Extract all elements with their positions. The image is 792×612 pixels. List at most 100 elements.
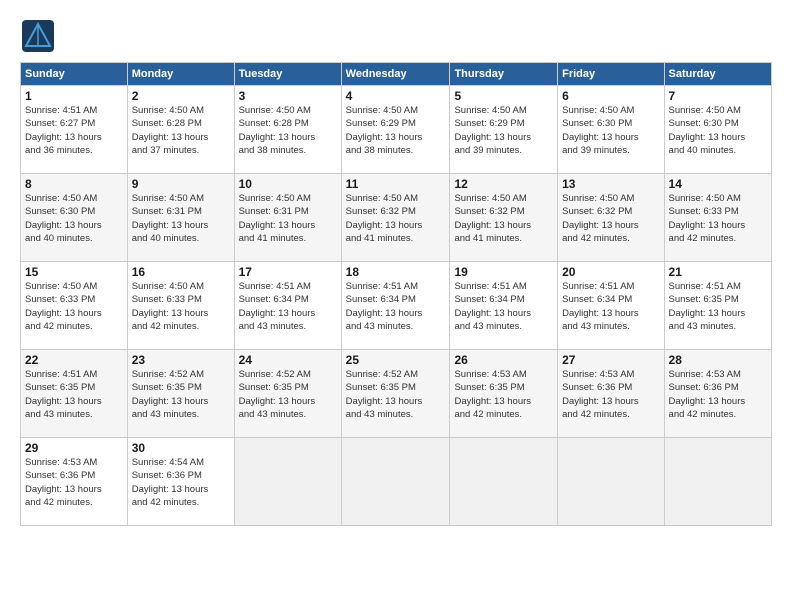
calendar-cell: 12Sunrise: 4:50 AM Sunset: 6:32 PM Dayli… [450, 174, 558, 262]
day-number: 5 [454, 89, 553, 103]
calendar-cell: 3Sunrise: 4:50 AM Sunset: 6:28 PM Daylig… [234, 86, 341, 174]
day-number: 7 [669, 89, 767, 103]
day-number: 25 [346, 353, 446, 367]
day-info: Sunrise: 4:50 AM Sunset: 6:32 PM Dayligh… [562, 192, 659, 245]
calendar-cell: 20Sunrise: 4:51 AM Sunset: 6:34 PM Dayli… [558, 262, 664, 350]
day-info: Sunrise: 4:52 AM Sunset: 6:35 PM Dayligh… [239, 368, 337, 421]
calendar-cell [234, 438, 341, 526]
col-sunday: Sunday [21, 63, 128, 86]
calendar-cell [558, 438, 664, 526]
calendar-cell: 14Sunrise: 4:50 AM Sunset: 6:33 PM Dayli… [664, 174, 771, 262]
day-number: 29 [25, 441, 123, 455]
day-info: Sunrise: 4:50 AM Sunset: 6:30 PM Dayligh… [25, 192, 123, 245]
day-info: Sunrise: 4:50 AM Sunset: 6:30 PM Dayligh… [562, 104, 659, 157]
day-info: Sunrise: 4:53 AM Sunset: 6:35 PM Dayligh… [454, 368, 553, 421]
col-monday: Monday [127, 63, 234, 86]
day-number: 8 [25, 177, 123, 191]
day-info: Sunrise: 4:50 AM Sunset: 6:29 PM Dayligh… [346, 104, 446, 157]
calendar-cell: 6Sunrise: 4:50 AM Sunset: 6:30 PM Daylig… [558, 86, 664, 174]
day-info: Sunrise: 4:50 AM Sunset: 6:29 PM Dayligh… [454, 104, 553, 157]
day-number: 30 [132, 441, 230, 455]
day-info: Sunrise: 4:50 AM Sunset: 6:33 PM Dayligh… [669, 192, 767, 245]
col-friday: Friday [558, 63, 664, 86]
calendar-cell: 23Sunrise: 4:52 AM Sunset: 6:35 PM Dayli… [127, 350, 234, 438]
calendar-cell: 25Sunrise: 4:52 AM Sunset: 6:35 PM Dayli… [341, 350, 450, 438]
logo-icon [20, 18, 56, 54]
day-info: Sunrise: 4:51 AM Sunset: 6:34 PM Dayligh… [346, 280, 446, 333]
calendar-cell: 29Sunrise: 4:53 AM Sunset: 6:36 PM Dayli… [21, 438, 128, 526]
day-info: Sunrise: 4:50 AM Sunset: 6:33 PM Dayligh… [132, 280, 230, 333]
day-number: 19 [454, 265, 553, 279]
calendar-week-row: 15Sunrise: 4:50 AM Sunset: 6:33 PM Dayli… [21, 262, 772, 350]
day-number: 21 [669, 265, 767, 279]
day-number: 2 [132, 89, 230, 103]
calendar-week-row: 22Sunrise: 4:51 AM Sunset: 6:35 PM Dayli… [21, 350, 772, 438]
calendar-cell: 26Sunrise: 4:53 AM Sunset: 6:35 PM Dayli… [450, 350, 558, 438]
day-number: 6 [562, 89, 659, 103]
day-number: 24 [239, 353, 337, 367]
calendar-cell [450, 438, 558, 526]
calendar-cell: 7Sunrise: 4:50 AM Sunset: 6:30 PM Daylig… [664, 86, 771, 174]
calendar-cell: 15Sunrise: 4:50 AM Sunset: 6:33 PM Dayli… [21, 262, 128, 350]
day-info: Sunrise: 4:50 AM Sunset: 6:31 PM Dayligh… [132, 192, 230, 245]
day-info: Sunrise: 4:52 AM Sunset: 6:35 PM Dayligh… [346, 368, 446, 421]
day-info: Sunrise: 4:50 AM Sunset: 6:31 PM Dayligh… [239, 192, 337, 245]
day-number: 3 [239, 89, 337, 103]
calendar-cell: 28Sunrise: 4:53 AM Sunset: 6:36 PM Dayli… [664, 350, 771, 438]
header [20, 18, 772, 54]
calendar-week-row: 1Sunrise: 4:51 AM Sunset: 6:27 PM Daylig… [21, 86, 772, 174]
calendar-cell: 2Sunrise: 4:50 AM Sunset: 6:28 PM Daylig… [127, 86, 234, 174]
day-info: Sunrise: 4:51 AM Sunset: 6:35 PM Dayligh… [669, 280, 767, 333]
day-info: Sunrise: 4:50 AM Sunset: 6:32 PM Dayligh… [346, 192, 446, 245]
day-number: 18 [346, 265, 446, 279]
calendar-cell: 4Sunrise: 4:50 AM Sunset: 6:29 PM Daylig… [341, 86, 450, 174]
day-info: Sunrise: 4:53 AM Sunset: 6:36 PM Dayligh… [669, 368, 767, 421]
day-number: 20 [562, 265, 659, 279]
day-number: 14 [669, 177, 767, 191]
page: Sunday Monday Tuesday Wednesday Thursday… [0, 0, 792, 612]
calendar-header-row: Sunday Monday Tuesday Wednesday Thursday… [21, 63, 772, 86]
day-info: Sunrise: 4:51 AM Sunset: 6:34 PM Dayligh… [239, 280, 337, 333]
col-tuesday: Tuesday [234, 63, 341, 86]
calendar-cell [341, 438, 450, 526]
day-number: 4 [346, 89, 446, 103]
day-number: 1 [25, 89, 123, 103]
day-info: Sunrise: 4:51 AM Sunset: 6:34 PM Dayligh… [454, 280, 553, 333]
calendar-cell: 5Sunrise: 4:50 AM Sunset: 6:29 PM Daylig… [450, 86, 558, 174]
calendar-week-row: 8Sunrise: 4:50 AM Sunset: 6:30 PM Daylig… [21, 174, 772, 262]
day-number: 11 [346, 177, 446, 191]
day-info: Sunrise: 4:52 AM Sunset: 6:35 PM Dayligh… [132, 368, 230, 421]
day-info: Sunrise: 4:51 AM Sunset: 6:35 PM Dayligh… [25, 368, 123, 421]
calendar-cell: 21Sunrise: 4:51 AM Sunset: 6:35 PM Dayli… [664, 262, 771, 350]
calendar-cell: 24Sunrise: 4:52 AM Sunset: 6:35 PM Dayli… [234, 350, 341, 438]
day-number: 28 [669, 353, 767, 367]
day-info: Sunrise: 4:53 AM Sunset: 6:36 PM Dayligh… [25, 456, 123, 509]
day-number: 10 [239, 177, 337, 191]
calendar-cell: 30Sunrise: 4:54 AM Sunset: 6:36 PM Dayli… [127, 438, 234, 526]
day-info: Sunrise: 4:50 AM Sunset: 6:30 PM Dayligh… [669, 104, 767, 157]
calendar-cell: 9Sunrise: 4:50 AM Sunset: 6:31 PM Daylig… [127, 174, 234, 262]
day-info: Sunrise: 4:51 AM Sunset: 6:34 PM Dayligh… [562, 280, 659, 333]
calendar-cell: 16Sunrise: 4:50 AM Sunset: 6:33 PM Dayli… [127, 262, 234, 350]
col-saturday: Saturday [664, 63, 771, 86]
col-wednesday: Wednesday [341, 63, 450, 86]
day-info: Sunrise: 4:50 AM Sunset: 6:33 PM Dayligh… [25, 280, 123, 333]
calendar-cell [664, 438, 771, 526]
day-info: Sunrise: 4:51 AM Sunset: 6:27 PM Dayligh… [25, 104, 123, 157]
calendar-cell: 27Sunrise: 4:53 AM Sunset: 6:36 PM Dayli… [558, 350, 664, 438]
day-number: 9 [132, 177, 230, 191]
calendar-cell: 1Sunrise: 4:51 AM Sunset: 6:27 PM Daylig… [21, 86, 128, 174]
calendar-cell: 8Sunrise: 4:50 AM Sunset: 6:30 PM Daylig… [21, 174, 128, 262]
calendar-cell: 11Sunrise: 4:50 AM Sunset: 6:32 PM Dayli… [341, 174, 450, 262]
day-info: Sunrise: 4:54 AM Sunset: 6:36 PM Dayligh… [132, 456, 230, 509]
calendar-cell: 17Sunrise: 4:51 AM Sunset: 6:34 PM Dayli… [234, 262, 341, 350]
calendar-week-row: 29Sunrise: 4:53 AM Sunset: 6:36 PM Dayli… [21, 438, 772, 526]
day-number: 13 [562, 177, 659, 191]
calendar-cell: 10Sunrise: 4:50 AM Sunset: 6:31 PM Dayli… [234, 174, 341, 262]
day-number: 16 [132, 265, 230, 279]
calendar-cell: 13Sunrise: 4:50 AM Sunset: 6:32 PM Dayli… [558, 174, 664, 262]
logo [20, 18, 60, 54]
calendar-table: Sunday Monday Tuesday Wednesday Thursday… [20, 62, 772, 526]
calendar-cell: 18Sunrise: 4:51 AM Sunset: 6:34 PM Dayli… [341, 262, 450, 350]
day-number: 12 [454, 177, 553, 191]
